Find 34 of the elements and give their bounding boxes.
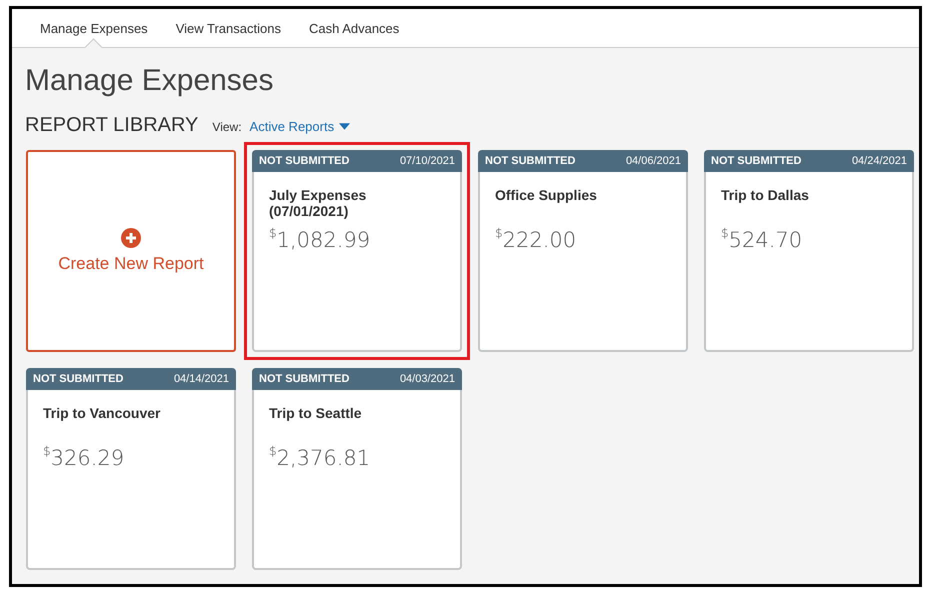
report-card[interactable]: NOT SUBMITTED 04/03/2021 Trip to Seattle $^{$}$2,376.81 <box>252 368 462 570</box>
report-amount: $^{$}$1,082.99 <box>268 225 372 252</box>
report-amount: $^{$}$326.29 <box>42 443 126 470</box>
report-amount: $^{$}$2,376.81 <box>268 443 372 470</box>
report-name: Trip to Dallas <box>720 186 810 205</box>
report-date: 04/06/2021 <box>626 155 681 167</box>
report-date: 04/24/2021 <box>852 155 907 167</box>
report-date: 04/14/2021 <box>174 373 229 385</box>
report-card[interactable]: NOT SUBMITTED 07/10/2021 July Expenses (07/01/2021) $^{$}$1,082.99 <box>252 150 462 352</box>
report-card[interactable]: NOT SUBMITTED 04/24/2021 Trip to Dallas $^{$}$524.70 <box>704 150 914 352</box>
tab[interactable]: Cash Advances <box>294 9 414 47</box>
report-name: July Expenses (07/01/2021) <box>268 186 368 221</box>
report-amount: $^{$}$222.00 <box>494 225 578 252</box>
status-label: NOT SUBMITTED <box>711 155 802 167</box>
page-title: Manage Expenses <box>25 63 274 99</box>
report-date: 04/03/2021 <box>400 373 455 385</box>
create-report-button[interactable]: Create New Report <box>26 150 236 352</box>
tab[interactable]: View Transactions <box>162 9 295 47</box>
report-card[interactable]: NOT SUBMITTED 04/06/2021 Office Supplies $^{$}$222.00 <box>478 150 688 352</box>
status-label: NOT SUBMITTED <box>259 373 350 385</box>
section-heading: REPORT LIBRARY <box>25 114 198 137</box>
report-date: 07/10/2021 <box>400 155 455 167</box>
view-label: View: <box>212 120 242 134</box>
view-dropdown[interactable]: Active Reports <box>250 119 350 134</box>
report-amount: $^{$}$524.70 <box>720 225 804 252</box>
caret-icon <box>339 123 350 130</box>
report-card[interactable]: NOT SUBMITTED 04/14/2021 Trip to Vancouver $^{$}$326.29 <box>26 368 236 570</box>
status-label: NOT SUBMITTED <box>485 155 576 167</box>
report-name: Office Supplies <box>494 186 598 205</box>
report-name: Trip to Seattle <box>268 404 363 423</box>
status-label: NOT SUBMITTED <box>259 155 350 167</box>
report-name: Trip to Vancouver <box>42 404 162 423</box>
status-label: NOT SUBMITTED <box>33 373 124 385</box>
plus-icon <box>121 228 141 248</box>
